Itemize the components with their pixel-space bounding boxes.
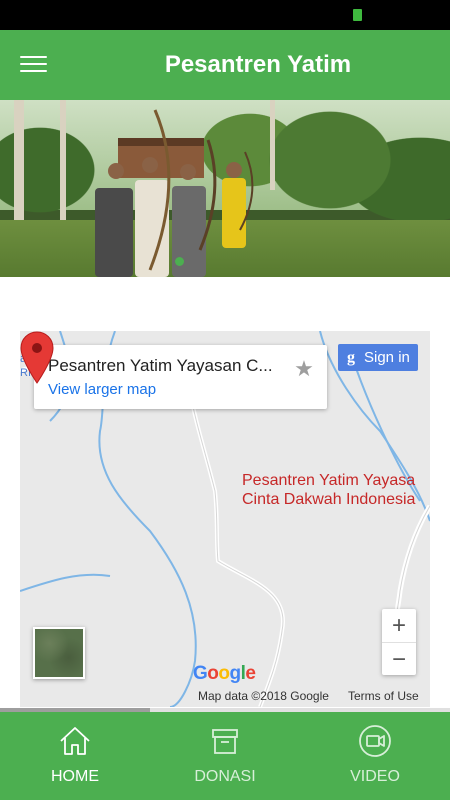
place-name: Pesantren Yatim Yayasan C... (48, 356, 273, 375)
marker-label: Pesantren Yatim Yayasa Cinta Dakwah Indo… (242, 472, 416, 508)
terms-of-use-link[interactable]: Terms of Use (348, 689, 419, 703)
video-camera-icon (359, 725, 391, 757)
app-bar: Pesantren Yatim (0, 30, 450, 100)
zoom-out-button[interactable]: − (382, 642, 416, 675)
home-icon (60, 727, 90, 755)
bottom-navigation: HOME DONASI VIDEO (0, 712, 450, 800)
map-attribution: Map data ©2018 Google Terms of Use (20, 687, 430, 707)
google-g-icon: g (347, 349, 355, 366)
carousel-page-dot[interactable] (175, 257, 184, 266)
zoom-in-button[interactable]: + (382, 609, 416, 642)
nav-label-donasi: DONASI (194, 768, 256, 785)
bows-detail (148, 109, 254, 271)
google-sign-in-button[interactable]: g Sign in (338, 344, 418, 371)
nav-item-home[interactable]: HOME (0, 712, 150, 800)
location-pin-icon[interactable] (20, 331, 54, 385)
nav-label-video: VIDEO (350, 768, 400, 785)
satellite-view-toggle[interactable] (33, 627, 85, 679)
page-title: Pesantren Yatim (164, 51, 352, 78)
zoom-controls: + − (382, 609, 416, 675)
place-info-card: Pesantren Yatim Yayasan C... View larger… (34, 345, 327, 409)
google-logo: Google (193, 663, 256, 684)
hero-image-carousel[interactable] (0, 100, 450, 277)
nav-item-video[interactable]: VIDEO (300, 712, 450, 800)
status-bar (0, 0, 450, 30)
map-embed[interactable]: an RIL Pesantren Yatim Yayasan C... View… (20, 331, 430, 707)
sign-in-label: Sign in (364, 349, 410, 366)
map-data-credit: Map data ©2018 Google (198, 689, 329, 703)
nav-item-donasi[interactable]: DONASI (150, 712, 300, 800)
archive-box-icon (212, 729, 238, 754)
view-larger-map-link[interactable]: View larger map (48, 381, 156, 398)
hamburger-menu-icon[interactable] (14, 50, 54, 80)
star-icon[interactable]: ★ (292, 357, 316, 381)
battery-icon (353, 9, 362, 21)
nav-label-home: HOME (51, 768, 99, 785)
